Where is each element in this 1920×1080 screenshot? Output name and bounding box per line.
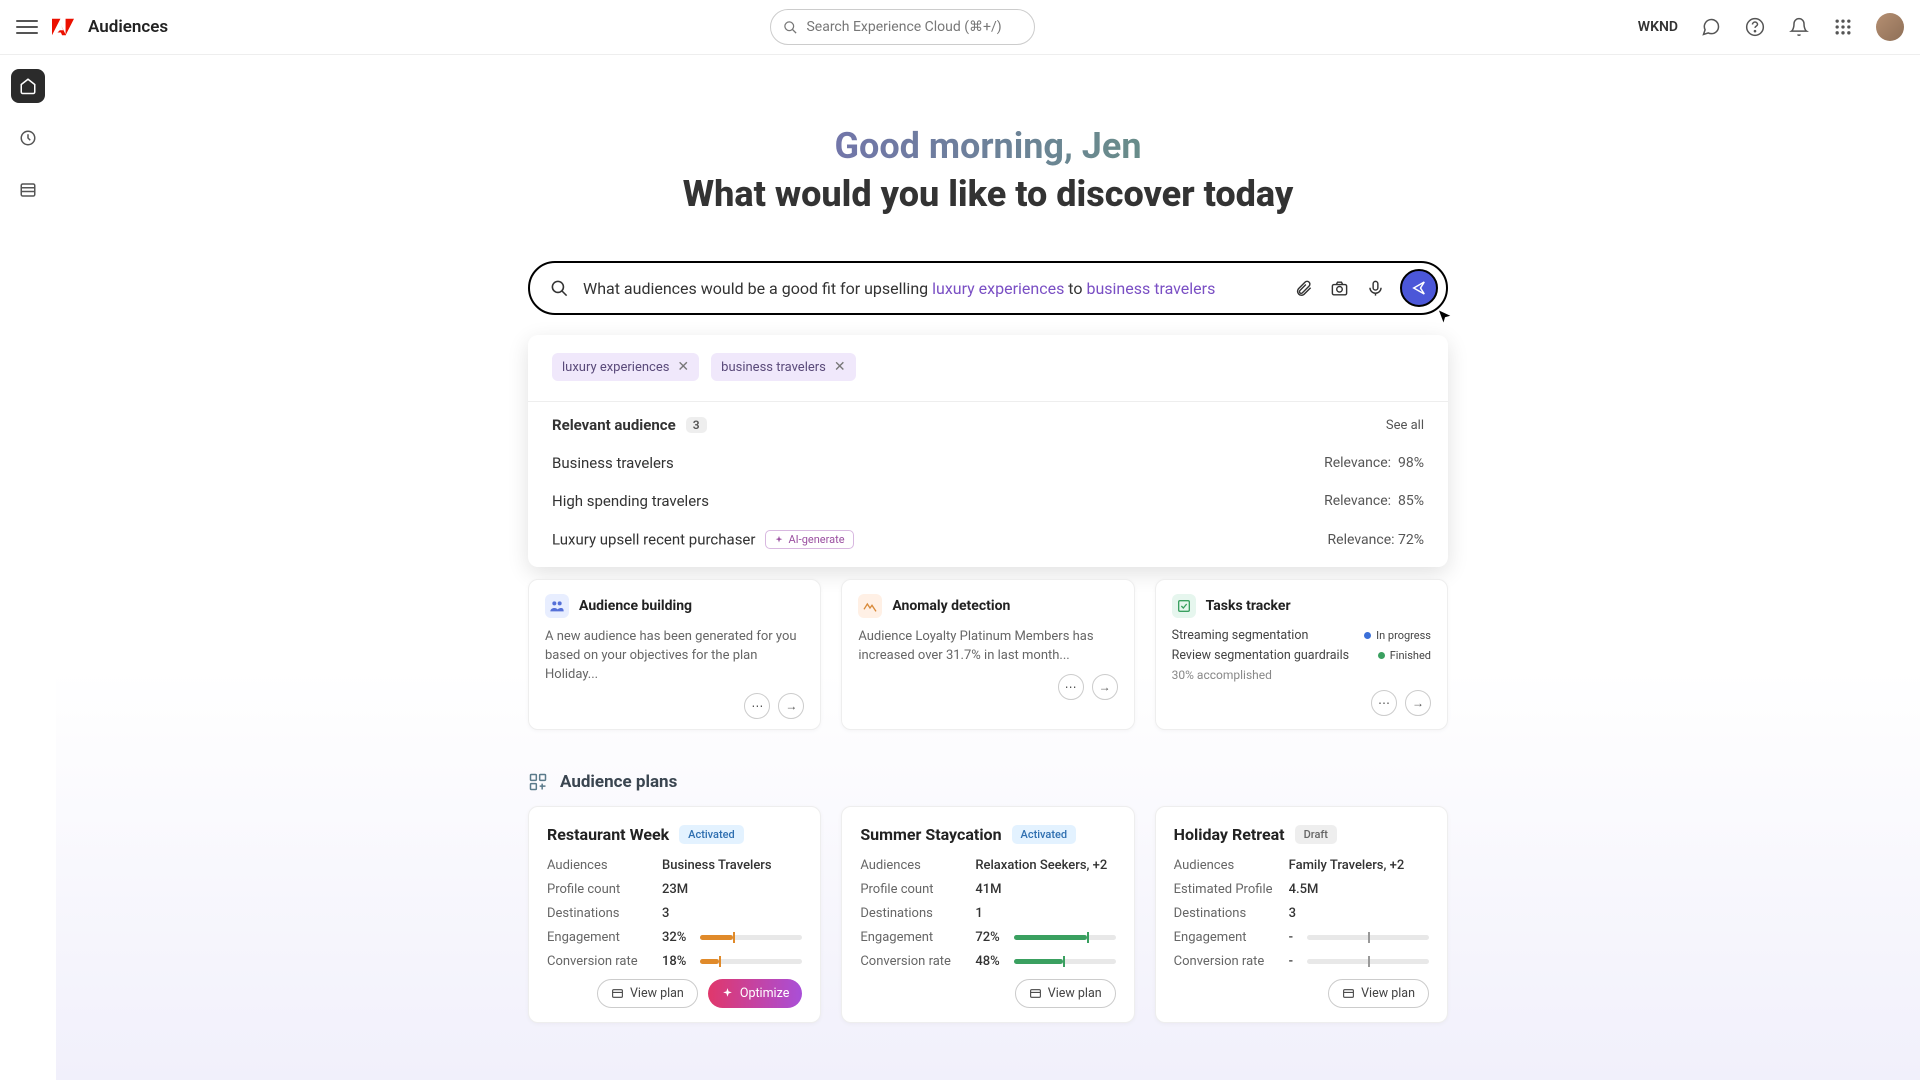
metric-bar	[1307, 935, 1429, 940]
plan-metric: Engagement72%	[860, 930, 1115, 945]
plan-metric: Conversion rate48%	[860, 954, 1115, 969]
app-title: Audiences	[88, 17, 168, 37]
anomaly-icon	[858, 594, 882, 618]
plans-header: Audience plans	[528, 772, 1448, 792]
rail-recents-button[interactable]	[11, 121, 45, 155]
metric-bar	[1014, 959, 1116, 964]
topbar: Audiences Search Experience Cloud (⌘+/) …	[0, 0, 1920, 55]
chip-business-travelers[interactable]: business travelers✕	[711, 353, 855, 381]
adobe-logo	[52, 16, 74, 38]
suggestion-panel: luxury experiences✕ business travelers✕ …	[528, 335, 1448, 567]
feedback-icon[interactable]	[1700, 16, 1722, 38]
search-icon	[550, 279, 569, 298]
open-button[interactable]: →	[1405, 690, 1431, 716]
view-plan-button[interactable]: View plan	[1015, 979, 1116, 1008]
see-all-link[interactable]: See all	[1386, 418, 1424, 433]
open-button[interactable]: →	[778, 693, 804, 719]
send-button[interactable]	[1400, 269, 1438, 307]
insight-row: Audience building A new audience has bee…	[528, 579, 1448, 730]
plan-metric: Engagement32%	[547, 930, 802, 945]
plan-card: Holiday Retreat Draft AudiencesFamily Tr…	[1155, 806, 1448, 1023]
global-search-placeholder: Search Experience Cloud (⌘+/)	[806, 19, 1001, 35]
audience-row[interactable]: High spending travelers Relevance: 85%	[552, 482, 1424, 520]
plan-name: Holiday Retreat	[1174, 825, 1285, 844]
insight-anomaly-detection: Anomaly detection Audience Loyalty Plati…	[841, 579, 1134, 730]
status-badge: Draft	[1295, 825, 1337, 844]
cursor-icon	[1436, 309, 1454, 327]
tasks-icon	[1172, 594, 1196, 618]
plan-metric: Conversion rate-	[1174, 954, 1429, 969]
status-badge: Activated	[1012, 825, 1077, 844]
left-nav-rail	[0, 55, 56, 1080]
user-avatar[interactable]	[1876, 13, 1904, 41]
rail-library-button[interactable]	[11, 173, 45, 207]
help-icon[interactable]	[1744, 16, 1766, 38]
insight-tasks-tracker: Tasks tracker Streaming segmentation In …	[1155, 579, 1448, 730]
audience-building-icon	[545, 594, 569, 618]
chip-row: luxury experiences✕ business travelers✕	[552, 353, 1424, 381]
greeting-line1: Good morning, Jen	[528, 125, 1448, 167]
count-badge: 3	[686, 417, 707, 433]
more-button[interactable]: ⋯	[744, 693, 770, 719]
search-icon	[783, 20, 798, 35]
main-content: Good morning, Jen What would you like to…	[56, 55, 1920, 1080]
plans-row: Restaurant Week Activated AudiencesBusin…	[528, 806, 1448, 1023]
plan-name: Summer Staycation	[860, 825, 1001, 844]
tenant-label[interactable]: WKND	[1638, 19, 1678, 35]
audience-row[interactable]: Luxury upsell recent purchaserAI-generat…	[552, 520, 1424, 559]
view-plan-button[interactable]: View plan	[597, 979, 698, 1008]
metric-bar	[700, 959, 802, 964]
chip-remove-icon[interactable]: ✕	[677, 359, 689, 375]
greeting: Good morning, Jen What would you like to…	[528, 125, 1448, 215]
attach-icon[interactable]	[1292, 277, 1314, 299]
microphone-icon[interactable]	[1364, 277, 1386, 299]
menu-toggle-button[interactable]	[16, 16, 38, 38]
ai-generate-badge: AI-generate	[765, 530, 853, 549]
ai-search-bar[interactable]: What audiences would be a good fit for u…	[528, 261, 1448, 315]
chip-remove-icon[interactable]: ✕	[834, 359, 846, 375]
camera-icon[interactable]	[1328, 277, 1350, 299]
global-search-input[interactable]: Search Experience Cloud (⌘+/)	[770, 9, 1035, 45]
metric-bar	[700, 935, 802, 940]
plan-metric: Conversion rate18%	[547, 954, 802, 969]
audience-row[interactable]: Business travelers Relevance: 98%	[552, 444, 1424, 482]
chip-luxury-experiences[interactable]: luxury experiences✕	[552, 353, 699, 381]
rail-home-button[interactable]	[11, 69, 45, 103]
insight-audience-building: Audience building A new audience has bee…	[528, 579, 821, 730]
status-badge: Activated	[679, 825, 744, 844]
metric-bar	[1307, 959, 1429, 964]
plans-icon	[528, 772, 548, 792]
task-row: Review segmentation guardrails Finished	[1172, 648, 1431, 663]
apps-icon[interactable]	[1832, 16, 1854, 38]
greeting-line2: What would you like to discover today	[528, 173, 1448, 215]
more-button[interactable]: ⋯	[1058, 674, 1084, 700]
metric-bar	[1014, 935, 1116, 940]
view-plan-button[interactable]: View plan	[1328, 979, 1429, 1008]
plan-card: Summer Staycation Activated AudiencesRel…	[841, 806, 1134, 1023]
notifications-icon[interactable]	[1788, 16, 1810, 38]
plan-name: Restaurant Week	[547, 825, 669, 844]
task-row: Streaming segmentation In progress	[1172, 628, 1431, 643]
ai-query-text: What audiences would be a good fit for u…	[583, 279, 1278, 298]
optimize-button[interactable]: Optimize	[708, 979, 802, 1008]
plan-card: Restaurant Week Activated AudiencesBusin…	[528, 806, 821, 1023]
more-button[interactable]: ⋯	[1371, 690, 1397, 716]
open-button[interactable]: →	[1092, 674, 1118, 700]
accomplished-text: 30% accomplished	[1172, 668, 1431, 682]
plan-metric: Engagement-	[1174, 930, 1429, 945]
panel-title: Relevant audience 3	[552, 416, 707, 434]
